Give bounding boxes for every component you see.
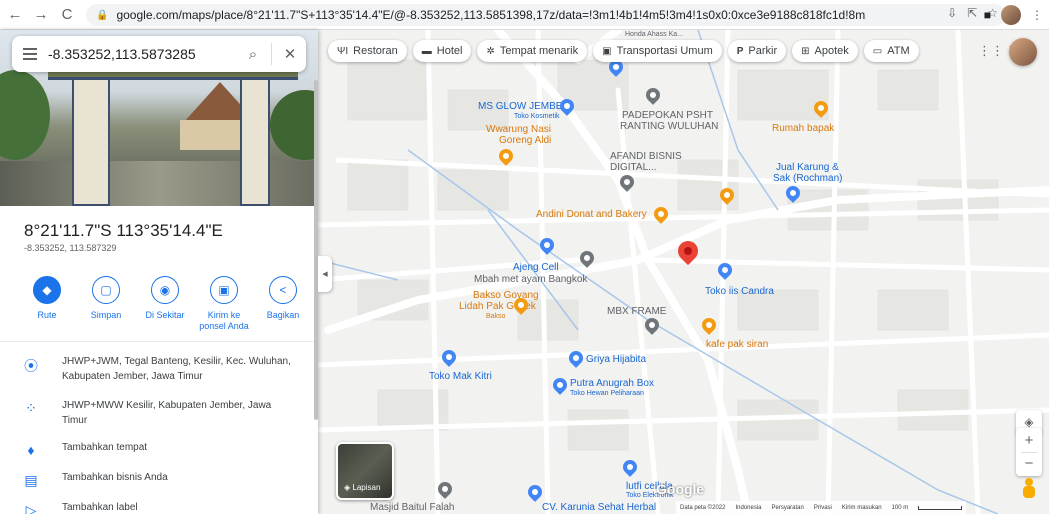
profile-avatar[interactable] [1001, 5, 1021, 25]
panel-scrollbar[interactable] [314, 80, 318, 420]
poi-afandi-1[interactable]: AFANDI BISNIS [610, 151, 682, 162]
attraction-icon: ✲ [486, 45, 495, 57]
bookmark-icon: ▢ [92, 276, 120, 304]
poi-putra-2: Toko Hewan Peliharaan [570, 390, 644, 397]
place-panel: ⌕ ✕ 8°21'11.7"S 113°35'14.4"E -8.353252,… [0, 30, 318, 514]
poi-top-label[interactable]: Honda Ahass Ka... [625, 31, 683, 39]
poi-padepokan-1[interactable]: PADEPOKAN PSHT [622, 110, 713, 121]
chip-apotek[interactable]: ⊞ Apotek [792, 40, 858, 62]
pharmacy-icon: ⊞ [801, 45, 810, 57]
poi-mbx-frame[interactable]: MBX FRAME [607, 306, 666, 317]
address-row[interactable]: ⦿ JHWP+JWM, Tegal Banteng, Kesilir, Kec.… [0, 354, 318, 384]
location-pin-icon: ⦿ [24, 358, 38, 374]
category-chips: ΨΙ Restoran ▬ Hotel ✲ Tempat menarik ▣ Trans… [328, 40, 919, 62]
account-avatar[interactable] [1009, 38, 1037, 66]
install-icon[interactable]: ⇩ [947, 6, 957, 20]
search-icon[interactable]: ⌕ [238, 46, 268, 63]
plus-code-row[interactable]: ⁘ JHWP+MWW Kesilir, Kabupaten Jember, Ja… [0, 398, 318, 428]
browser-toolbar: ← → C 🔒 google.com/maps/place/8°21'11.7"… [0, 0, 1049, 30]
back-button[interactable]: ← [4, 4, 26, 26]
poi-afandi-2: DIGITAL... [610, 162, 657, 173]
poi-mak-kitri[interactable]: Toko Mak Kitri [429, 371, 492, 382]
layers-button[interactable]: ◈ Lapisan [336, 442, 394, 500]
scale-bar [918, 505, 963, 510]
map-canvas[interactable] [318, 30, 1049, 514]
poi-wwarung-2: Goreng Aldi [499, 135, 552, 146]
google-logo: Google [656, 481, 705, 497]
zoom-in-icon[interactable]: + [1025, 430, 1034, 452]
poi-masjid[interactable]: Masjid Baitul Falah [370, 502, 454, 513]
poi-jual-1[interactable]: Jual Karung & [776, 162, 839, 173]
atm-icon: ▭ [872, 45, 883, 57]
action-buttons: ◆ Rute ▢ Simpan ◉ Di Sekitar ▣ Kirim ke … [20, 276, 310, 332]
chip-transportasi[interactable]: ▣ Transportasi Umum [593, 40, 722, 62]
chip-tempat-menarik[interactable]: ✲ Tempat menarik [477, 40, 588, 62]
parking-icon: P [736, 45, 744, 57]
poi-kafe[interactable]: kafe pak siran [706, 339, 768, 350]
chevron-left-icon: ◀ [322, 271, 328, 278]
add-label-row[interactable]: ▷ Tambahkan label [0, 500, 318, 514]
zoom-controls: + − [1016, 428, 1042, 476]
close-icon[interactable]: ✕ [275, 45, 305, 63]
restaurant-icon: ΨΙ [337, 45, 349, 57]
share-icon: < [269, 276, 297, 304]
directions-button[interactable]: ◆ Rute [20, 276, 74, 332]
share-button[interactable]: < Bagikan [256, 276, 310, 332]
poi-ajeng-cell[interactable]: Ajeng Cell [513, 262, 559, 273]
plus-code-icon: ⁘ [25, 400, 37, 416]
phone-icon: ▣ [210, 276, 238, 304]
poi-karunia[interactable]: CV. Karunia Sehat Herbal [542, 502, 656, 513]
map-attribution: Data peta ©2022 Indonesia Persyaratan Pr… [676, 501, 967, 514]
more-menu-icon[interactable]: ⋮ [1031, 8, 1043, 22]
poi-bakso-3: Bakso [486, 313, 506, 320]
chip-atm[interactable]: ▭ ATM [863, 40, 919, 62]
save-button[interactable]: ▢ Simpan [79, 276, 133, 332]
nearby-button[interactable]: ◉ Di Sekitar [138, 276, 192, 332]
poi-mbah-met[interactable]: Mbah met ayam Bangkok [474, 274, 587, 285]
url-text: google.com/maps/place/8°21'11.7"S+113°35… [116, 8, 866, 22]
chip-parkir[interactable]: P Parkir [727, 40, 787, 62]
transit-icon: ▣ [602, 45, 612, 57]
poi-griya[interactable]: Griya Hijabita [586, 354, 646, 365]
add-business-row[interactable]: ▤ Tambahkan bisnis Anda [0, 470, 318, 489]
poi-toko-iis[interactable]: Toko iis Candra [705, 286, 774, 297]
lock-icon: 🔒 [96, 9, 109, 21]
window-icon[interactable]: ■ [984, 8, 991, 22]
nearby-icon: ◉ [151, 276, 179, 304]
poi-jual-2: Sak (Rochman) [773, 173, 843, 184]
poi-bakso-1[interactable]: Bakso Goyang [473, 290, 539, 301]
poi-padepokan-2: RANTING WULUHAN [620, 121, 719, 132]
address-bar[interactable]: 🔒 google.com/maps/place/8°21'11.7"S+113°… [86, 4, 1006, 26]
poi-andini[interactable]: Andini Donat and Bakery [536, 209, 647, 220]
collapse-panel-button[interactable]: ◀ [318, 256, 332, 292]
chip-hotel[interactable]: ▬ Hotel [412, 40, 472, 62]
zoom-out-icon[interactable]: − [1025, 453, 1034, 475]
layers-label: ◈ Lapisan [344, 483, 381, 492]
poi-wwarung-1[interactable]: Wwarung Nasi [486, 124, 551, 135]
pegman-icon[interactable] [1020, 478, 1038, 500]
share-icon[interactable]: ⇱ [967, 6, 977, 20]
add-place-icon: ♦ [27, 442, 35, 458]
add-place-row[interactable]: ♦ Tambahkan tempat [0, 440, 318, 458]
poi-putra-1[interactable]: Putra Anugrah Box [570, 378, 654, 389]
search-box: ⌕ ✕ [12, 36, 306, 72]
forward-button[interactable]: → [30, 4, 52, 26]
send-to-phone-button[interactable]: ▣ Kirim ke ponsel Anda [197, 276, 251, 332]
poi-ms-glow[interactable]: MS GLOW JEMBER [478, 101, 570, 112]
search-input[interactable] [48, 46, 238, 62]
menu-icon[interactable] [12, 48, 48, 60]
hotel-icon: ▬ [421, 45, 432, 57]
label-icon: ▷ [25, 502, 37, 514]
poi-rumah-bapak[interactable]: Rumah bapak [772, 123, 834, 134]
location-target-icon: ◈ [1024, 415, 1034, 429]
chip-restoran[interactable]: ΨΙ Restoran [328, 40, 407, 62]
map-roads [318, 30, 1049, 514]
store-icon: ▤ [24, 472, 38, 488]
place-subtitle: -8.353252, 113.587329 [24, 243, 117, 253]
poi-toko-kosmetik: Toko Kosmetik [514, 113, 560, 120]
directions-icon: ◆ [33, 276, 61, 304]
reload-button[interactable]: C [56, 4, 78, 26]
place-title: 8°21'11.7"S 113°35'14.4"E [24, 221, 223, 240]
